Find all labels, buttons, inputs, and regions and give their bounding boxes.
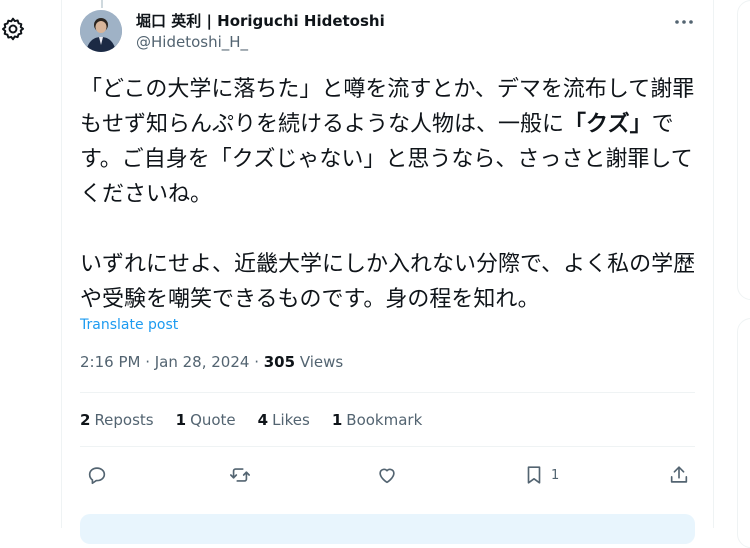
bookmark-button[interactable]: 1 [523, 462, 559, 488]
share-button[interactable] [668, 462, 690, 488]
repost-icon [230, 468, 250, 482]
reply-composer[interactable] [80, 514, 695, 544]
reposts-label: Reposts [94, 411, 154, 429]
views-label: Views [295, 353, 344, 371]
reply-icon [88, 467, 106, 485]
divider [80, 446, 695, 447]
share-icon [670, 466, 688, 483]
tweet-timestamp[interactable]: 2:16 PM · Jan 28, 2024 · [80, 353, 264, 371]
likes-count: 4 [257, 411, 269, 429]
settings-gear-icon[interactable] [0, 16, 26, 42]
tweet-paragraph-1: 「どこの大学に落ちた」と噂を流すとか、デマを流布して謝罪もせず知らんぷりを続ける… [80, 72, 700, 212]
likes-label: Likes [272, 411, 310, 429]
tweet-text: 「どこの大学に落ちた」と噂を流すとか、デマを流布して謝罪もせず知らんぷりを続ける… [80, 72, 700, 317]
translate-post-link[interactable]: Translate post [80, 317, 178, 333]
sidebar-card [737, 0, 750, 300]
quotes-stat[interactable]: 1 Quote [176, 411, 236, 429]
quotes-count: 1 [175, 411, 187, 429]
author-handle[interactable]: @Hidetoshi_H_ [136, 33, 248, 51]
tweet-paragraph-2: いずれにせよ、近畿大学にしか入れない分際で、よく私の学歴や受験を嘲笑できるもので… [80, 252, 696, 312]
tweet-text-bold: 「クズ」 [564, 112, 652, 137]
likes-stat[interactable]: 4 Likes [258, 411, 310, 429]
reposts-count: 2 [80, 411, 91, 429]
tweet-actions: 1 [80, 462, 695, 490]
tweet-meta: 2:16 PM · Jan 28, 2024 · 305 Views [80, 353, 343, 371]
bookmarks-stat[interactable]: 1 Bookmark [332, 411, 422, 429]
avatar[interactable] [80, 10, 122, 52]
engagement-stats: 2 Reposts 1 Quote 4 Likes 1 Bookmark [80, 411, 422, 429]
repost-button[interactable] [229, 462, 251, 488]
like-button[interactable] [376, 462, 398, 488]
reply-button[interactable] [86, 462, 108, 488]
views-count: 305 [263, 353, 296, 371]
more-icon[interactable] [673, 12, 695, 32]
bookmark-icon [527, 466, 541, 484]
like-icon [379, 468, 395, 484]
thread-connector [101, 0, 103, 8]
divider [80, 392, 695, 393]
sidebar-card [737, 318, 750, 548]
quotes-label: Quote [190, 411, 236, 429]
bookmarks-count: 1 [331, 411, 343, 429]
tweet-detail: 堀口 英利 | Horiguchi Hidetoshi @Hidetoshi_H… [61, 0, 714, 544]
bookmark-action-count: 1 [551, 467, 560, 483]
author-name[interactable]: 堀口 英利 | Horiguchi Hidetoshi [136, 10, 385, 31]
reposts-stat[interactable]: 2 Reposts [80, 411, 154, 429]
bookmarks-label: Bookmark [346, 411, 423, 429]
